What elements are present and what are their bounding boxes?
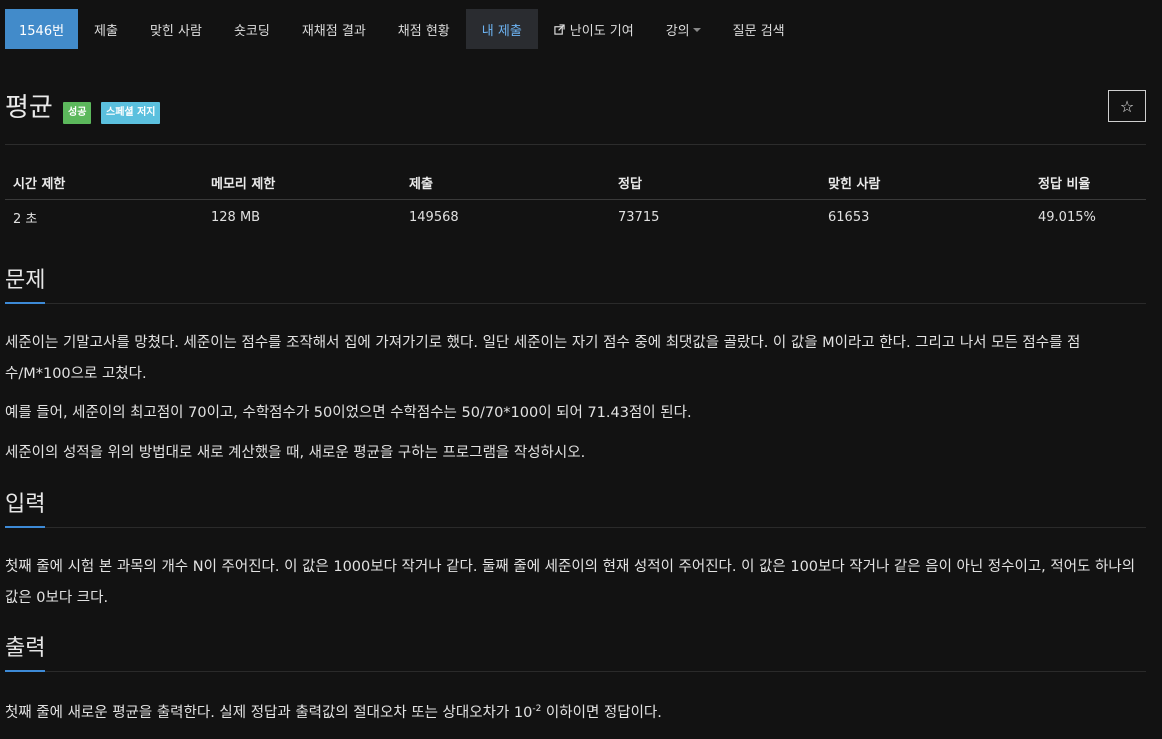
title-row: 평균 성공 스페셜 저지 ☆ <box>5 88 1146 128</box>
cell-solved-users: 61653 <box>828 209 870 225</box>
nav-problem-number[interactable]: 1546번 <box>5 9 79 49</box>
nav-question-search[interactable]: 질문 검색 <box>717 9 801 49</box>
section-output-heading: 출력 <box>5 634 1146 672</box>
section-accent <box>5 670 45 672</box>
output-paragraph: 첫째 줄에 새로운 평균을 출력한다. 실제 정답과 출력값의 절대오차 또는 … <box>5 698 1146 729</box>
input-paragraph: 첫째 줄에 시험 본 과목의 개수 N이 주어진다. 이 값은 1000보다 작… <box>5 559 1136 606</box>
star-icon: ☆ <box>1119 96 1135 116</box>
output-exponent: -2 <box>532 704 542 715</box>
header-submissions: 제출 <box>401 165 610 200</box>
description-paragraph-1: 세준이는 기말고사를 망쳤다. 세준이는 점수를 조작해서 집에 가져가기로 했… <box>5 335 1081 382</box>
external-link-icon <box>554 23 565 35</box>
section-divider <box>5 671 1146 672</box>
status-badge-special-judge[interactable]: 스페셜 저지 <box>101 102 161 124</box>
nav-lectures-dropdown[interactable]: 강의 <box>650 9 717 49</box>
nav-short-coding[interactable]: 숏코딩 <box>218 9 286 49</box>
description-paragraph-2: 예를 들어, 세준이의 최고점이 70이고, 수학점수가 50이었으면 수학점수… <box>5 405 692 421</box>
description-paragraph-3: 세준이의 성적을 위의 방법대로 새로 계산했을 때, 새로운 평균을 구하는 … <box>5 445 586 461</box>
nav-difficulty-label: 난이도 기여 <box>569 23 634 39</box>
nav-submit[interactable]: 제출 <box>78 9 134 49</box>
section-accent <box>5 302 45 304</box>
nav-rejudge-results[interactable]: 재채점 결과 <box>286 9 382 49</box>
cell-time-limit: 2 초 <box>13 211 38 227</box>
table-row: 2 초 128 MB 149568 73715 61653 49.015% <box>5 200 1146 235</box>
section-title: 출력 <box>5 636 46 661</box>
section-accent <box>5 526 45 528</box>
section-input-heading: 입력 <box>5 490 1146 528</box>
nav-difficulty-contribute[interactable]: 난이도 기여 <box>538 9 650 49</box>
table-header-row: 시간 제한 메모리 제한 제출 정답 맞힌 사람 정답 비율 <box>5 165 1146 200</box>
cell-memory-limit: 128 MB <box>211 209 261 225</box>
cell-accepted: 73715 <box>618 209 660 225</box>
page-title: 평균 <box>5 93 53 123</box>
output-text-before: 첫째 줄에 새로운 평균을 출력한다. 실제 정답과 출력값의 절대오차 또는 … <box>5 705 533 721</box>
section-title: 입력 <box>5 492 46 517</box>
header-accepted: 정답 <box>610 165 820 200</box>
cell-accept-ratio: 49.015% <box>1038 209 1096 225</box>
section-description-heading: 문제 <box>5 266 1146 304</box>
output-text-after: 이하이면 정답이다. <box>541 705 662 721</box>
section-title: 문제 <box>5 268 46 293</box>
section-divider <box>5 303 1146 304</box>
chevron-down-icon <box>692 28 701 32</box>
section-divider <box>5 527 1146 528</box>
header-time-limit: 시간 제한 <box>5 165 203 200</box>
nav-solved-users[interactable]: 맞힌 사람 <box>134 9 218 49</box>
nav-judge-status[interactable]: 채점 현황 <box>382 9 466 49</box>
divider <box>5 144 1146 145</box>
problem-nav: 1546번 제출 맞힌 사람 숏코딩 재채점 결과 채점 현황 내 제출 난이도… <box>5 9 801 49</box>
nav-lectures-label: 강의 <box>665 23 690 39</box>
problem-info-table: 시간 제한 메모리 제한 제출 정답 맞힌 사람 정답 비율 2 초 128 M… <box>5 165 1146 234</box>
header-solved-users: 맞힌 사람 <box>820 165 1030 200</box>
favorite-button[interactable]: ☆ <box>1108 90 1146 122</box>
nav-my-submissions[interactable]: 내 제출 <box>465 9 538 49</box>
status-badge-success: 성공 <box>63 102 92 124</box>
header-accept-ratio: 정답 비율 <box>1030 165 1146 200</box>
header-memory-limit: 메모리 제한 <box>203 165 401 200</box>
cell-submissions: 149568 <box>409 209 459 225</box>
